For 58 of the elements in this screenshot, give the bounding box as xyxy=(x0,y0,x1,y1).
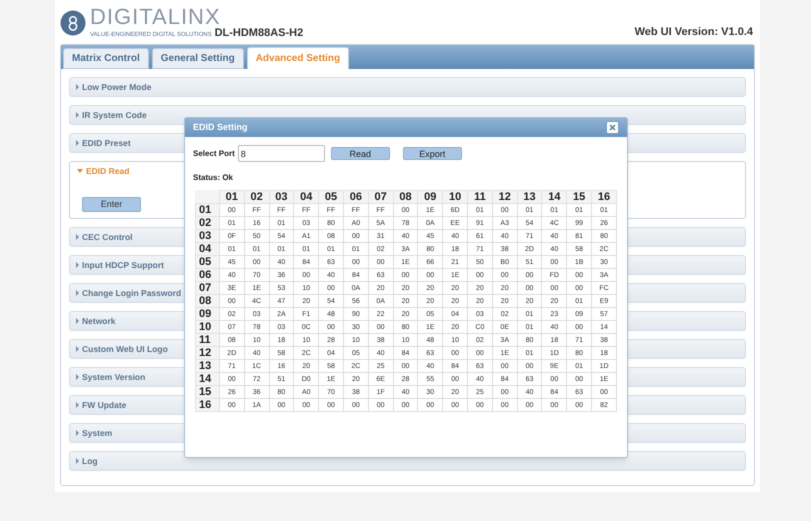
port-label: Select Port xyxy=(193,148,235,160)
port-field[interactable]: 8 xyxy=(238,145,325,162)
status-text: Status: Ok xyxy=(193,173,234,182)
caret-right-icon xyxy=(76,234,79,240)
dialog-title: EDID Setting xyxy=(193,120,248,134)
section-header[interactable]: Low Power Mode xyxy=(70,78,158,96)
export-button[interactable]: Export xyxy=(402,147,462,160)
column-header: 01 xyxy=(219,190,244,204)
section-header[interactable]: Input HDCP Support xyxy=(70,256,170,274)
brand-name: DIGITALINX xyxy=(90,6,221,28)
version-text: Web UI Version: V1.0.4 xyxy=(634,24,753,40)
row-header: 15 xyxy=(196,386,220,398)
row-header: 10 xyxy=(196,320,220,334)
tab[interactable]: General Setting xyxy=(152,48,244,69)
section-header[interactable]: EDID Read xyxy=(70,162,136,180)
section-header[interactable]: IR System Code xyxy=(70,106,153,124)
section-header[interactable]: Log xyxy=(70,452,104,470)
section-header[interactable]: FW Update xyxy=(70,396,132,414)
caret-right-icon xyxy=(76,318,79,324)
model-name: DL-HDM88AS-H2 xyxy=(214,28,304,39)
tab[interactable]: Advanced Setting xyxy=(246,47,350,69)
enter-button[interactable]: Enter xyxy=(82,197,141,212)
section-header[interactable]: System Version xyxy=(70,368,152,386)
row-header: 09 xyxy=(196,308,220,320)
section-header[interactable]: System xyxy=(70,424,118,442)
caret-right-icon xyxy=(76,112,79,118)
section-header[interactable]: EDID Preset xyxy=(70,134,137,152)
caret-right-icon xyxy=(76,262,79,268)
caret-right-icon xyxy=(76,140,79,146)
row-header: 02 xyxy=(196,216,220,230)
caret-down-icon xyxy=(77,169,83,173)
caret-right-icon xyxy=(76,374,79,380)
row-header: 01 xyxy=(196,204,220,216)
row-header: 16 xyxy=(196,398,220,412)
close-icon xyxy=(609,124,616,131)
row-header: 04 xyxy=(196,242,220,256)
tab[interactable]: Matrix Control xyxy=(63,48,149,69)
row-header: 14 xyxy=(196,372,220,386)
logo-icon xyxy=(60,10,86,36)
row-header: 06 xyxy=(196,268,220,282)
row-header: 12 xyxy=(196,346,220,360)
row-header: 13 xyxy=(196,360,220,372)
close-button[interactable] xyxy=(606,121,619,134)
caret-right-icon xyxy=(76,346,79,352)
caret-right-icon xyxy=(76,84,79,90)
section-header[interactable]: Network xyxy=(70,312,122,330)
caret-right-icon xyxy=(76,430,79,436)
section-header[interactable]: CEC Control xyxy=(70,228,139,246)
row-header: 03 xyxy=(196,230,220,242)
caret-right-icon xyxy=(76,290,79,296)
row-header: 05 xyxy=(196,256,220,268)
row-header: 11 xyxy=(196,334,220,346)
caret-right-icon xyxy=(76,402,79,408)
section-header[interactable]: Custom Web UI Logo xyxy=(70,340,174,358)
row-header: 08 xyxy=(196,294,220,308)
caret-right-icon xyxy=(76,458,79,464)
row-header: 07 xyxy=(196,282,220,294)
read-button[interactable]: Read xyxy=(330,147,390,160)
